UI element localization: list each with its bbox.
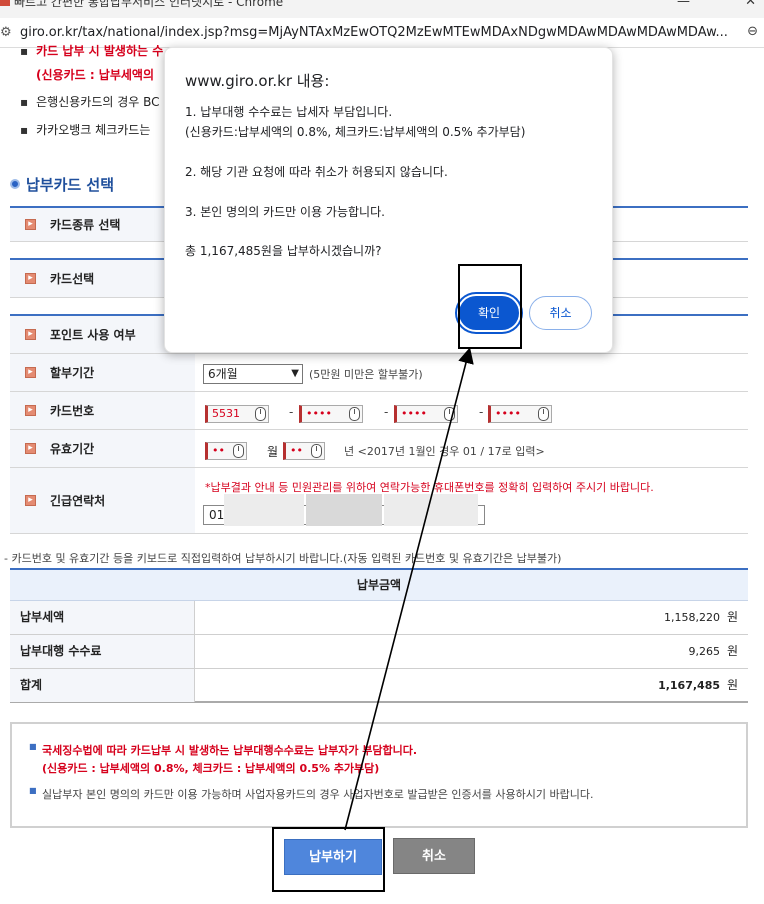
card-number-field-3[interactable]: •••• (394, 405, 458, 423)
section-bullet-icon (10, 179, 20, 189)
amount-value: 1,158,220 (664, 611, 720, 624)
amount-label: 납부세액 (10, 601, 195, 634)
amount-value: 9,265 (688, 645, 721, 658)
window-titlebar: 빠르고 간편한 통합납부서비스 인터넷지로 - Chrome — ✕ (0, 0, 764, 18)
site-info-icon[interactable]: ⚙ (0, 25, 12, 40)
amount-label: 합계 (10, 669, 195, 702)
installment-select[interactable]: 6개월 ▼ (203, 364, 303, 384)
amount-row-tax: 납부세액 1,158,220 원 (10, 601, 748, 635)
amount-label: 납부대행 수수료 (10, 635, 195, 668)
expiry-note: 년 <2017년 1월인 경우 01 / 17로 입력> (344, 445, 545, 458)
window-title: 빠르고 간편한 통합납부서비스 인터넷지로 - Chrome (14, 0, 284, 9)
expiry-month-field[interactable]: •• (205, 442, 247, 460)
month-unit: 월 (267, 445, 279, 459)
keyboard-note: - 카드번호 및 유효기간 등을 키보드로 직접입력하여 납부하시기 바랍니다.… (4, 552, 562, 565)
amount-unit: 원 (726, 610, 738, 624)
notice-box: 국세징수법에 따라 카드납부 시 발생하는 납부대행수수료는 납부자가 부담합니… (10, 722, 748, 828)
virtual-keypad-icon[interactable] (349, 407, 360, 421)
dialog-line-5: 총 1,167,485원을 납부하시겠습니까? (185, 244, 382, 258)
amount-value-total: 1,167,485 (658, 679, 720, 692)
virtual-keypad-icon[interactable] (444, 407, 455, 421)
highlight-box-pay (272, 827, 385, 892)
amount-row-total: 합계 1,167,485 원 (10, 669, 748, 703)
minimize-icon[interactable]: — (677, 0, 690, 9)
installment-label: 할부기간 (10, 354, 195, 391)
chevron-down-icon: ▼ (291, 368, 299, 379)
notice-kakaobank: 카카오뱅크 체크카드는 (20, 121, 150, 138)
card-number-label: 카드번호 (10, 392, 195, 429)
confirm-dialog: www.giro.or.kr 내용: 1. 납부대행 수수료는 납세자 부담입니… (164, 47, 613, 353)
card-number-field-4[interactable]: •••• (488, 405, 552, 423)
dialog-line-3: 2. 해당 기관 요청에 따라 취소가 허용되지 않습니다. (185, 165, 448, 179)
amount-unit: 원 (726, 678, 738, 692)
url-text[interactable]: giro.or.kr/tax/national/index.jsp?msg=Mj… (20, 25, 736, 40)
amount-unit: 원 (726, 644, 738, 658)
section-title: 납부카드 선택 (10, 174, 114, 195)
amount-row-fee: 납부대행 수수료 9,265 원 (10, 635, 748, 669)
expiry-label: 유효기간 (10, 430, 195, 467)
notice-fee-line: 카드 납부 시 발생하는 수 (20, 42, 163, 59)
highlight-box-ok (458, 264, 522, 349)
redacted-region (306, 494, 382, 526)
notice-fee-law: 국세징수법에 따라 카드납부 시 발생하는 납부대행수수료는 납부자가 부담합니… (29, 742, 417, 758)
dialog-cancel-button[interactable]: 취소 (529, 296, 592, 330)
card-number-field-1[interactable]: 5531 (205, 405, 269, 423)
dialog-line-4: 3. 본인 명의의 카드만 이용 가능합니다. (185, 205, 385, 219)
dialog-line-2: (신용카드:납부세액의 0.8%, 체크카드:납부세액의 0.5% 추가부담) (185, 125, 526, 139)
virtual-keypad-icon[interactable] (255, 407, 266, 421)
expiry-year-field[interactable]: •• (283, 442, 325, 460)
redacted-region (384, 494, 478, 526)
dialog-title: www.giro.or.kr 내용: (185, 72, 330, 90)
virtual-keypad-icon[interactable] (538, 407, 549, 421)
amount-header: 납부금액 (10, 568, 748, 601)
card-number-dash: - (384, 405, 389, 419)
card-number-dash: - (289, 405, 294, 419)
notice-own-card: 실납부자 본인 명의의 카드만 이용 가능하며 사업자용카드의 경우 사업자번호… (29, 786, 593, 802)
dialog-line-1: 1. 납부대행 수수료는 납세자 부담입니다. (185, 105, 393, 119)
cancel-button[interactable]: 취소 (393, 838, 475, 874)
notice-rate-line: (신용카드 : 납부세액의 (36, 68, 154, 82)
virtual-keypad-icon[interactable] (311, 444, 322, 458)
contact-label: 긴급연락처 (10, 468, 195, 533)
row-card-number: 카드번호 (10, 392, 748, 430)
notice-fee-rate: (신용카드 : 납부세액의 0.8%, 체크카드 : 납부세액의 0.5% 추가… (42, 762, 380, 775)
zoom-icon[interactable]: ⊖ (747, 24, 758, 39)
installment-note: (5만원 미만은 할부불가) (309, 368, 423, 381)
contact-notice: *납부결과 안내 등 민원관리를 위하여 연락가능한 휴대폰번호를 정확히 입력… (205, 481, 654, 494)
card-number-dash: - (479, 405, 484, 419)
app-favicon-icon (0, 0, 10, 6)
redacted-region (224, 494, 304, 526)
close-icon[interactable]: ✕ (745, 0, 756, 9)
notice-bc-card: 은행신용카드의 경우 BC (20, 93, 159, 110)
card-number-field-2[interactable]: •••• (299, 405, 363, 423)
virtual-keypad-icon[interactable] (233, 444, 244, 458)
